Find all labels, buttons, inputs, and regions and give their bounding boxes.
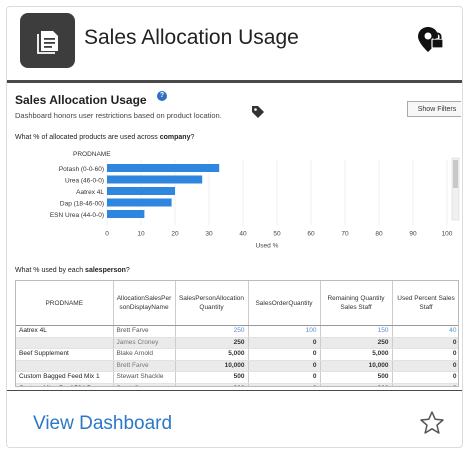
category-label: Dap (18-46-00) — [60, 201, 104, 208]
preview-subtitle: Dashboard honors user restrictions based… — [15, 111, 222, 120]
company-question: What % of allocated products are used ac… — [15, 134, 195, 141]
view-dashboard-link[interactable]: View Dashboard — [33, 413, 172, 435]
table-row[interactable]: James Croney 250 0 250 0 — [16, 337, 458, 349]
x-tick-label: 30 — [205, 231, 213, 238]
tag-icon — [251, 105, 265, 119]
order-quantity-cell: 0 — [248, 348, 321, 361]
salesperson-cell: Frank Barnes — [113, 383, 176, 386]
order-quantity-cell: 0 — [248, 383, 321, 386]
allocation-cell: 250 — [175, 325, 249, 338]
x-tick-label: 80 — [375, 231, 383, 238]
used-percent-cell: 0 — [392, 360, 458, 372]
x-tick-label: 20 — [171, 231, 179, 238]
x-tick-label: 60 — [307, 231, 315, 238]
salesperson-question: What % used by each salesperson? — [15, 267, 130, 274]
category-label: Potash (0-0-60) — [59, 166, 104, 173]
column-header[interactable]: PRODNAME — [16, 281, 114, 326]
remaining-cell: 150 — [320, 325, 393, 338]
order-quantity-cell: 0 — [248, 337, 321, 349]
used-percent-cell: 0 — [392, 337, 458, 349]
bar — [107, 198, 172, 207]
remaining-cell: 5,000 — [320, 348, 393, 361]
order-quantity-cell: 100 — [248, 325, 321, 338]
allocation-cell: 800 — [175, 383, 249, 386]
order-quantity-cell: 0 — [248, 360, 321, 372]
x-tick-label: 70 — [341, 231, 349, 238]
x-tick-label: 40 — [239, 231, 247, 238]
order-quantity-cell: 0 — [248, 371, 321, 384]
product-cell: Aatrex 4L — [16, 325, 114, 338]
column-header[interactable]: AllocationSalesPersonDisplayName — [113, 281, 176, 326]
column-header[interactable]: SalesPersonAllocationQuantity — [175, 281, 249, 326]
category-label: ESN Urea (44-0-0) — [50, 212, 104, 219]
used-percent-bar-chart: PRODNAME Potash (0-0-60) Urea (46-0-0) Aatr… — [50, 151, 460, 250]
dashboard-card[interactable]: Sales Allocation Usage Sales Allocation … — [6, 6, 463, 448]
salesperson-cell: Stewart Shackle — [113, 371, 176, 384]
allocation-cell: 10,000 — [175, 360, 249, 372]
product-cell: Beef Supplement — [16, 348, 114, 361]
help-icon[interactable]: ? — [157, 91, 167, 101]
preview-title: Sales Allocation Usage — [15, 93, 147, 107]
footer-divider — [7, 390, 462, 391]
salesperson-cell: James Croney — [113, 337, 176, 349]
product-cell — [16, 337, 114, 349]
card-header: Sales Allocation Usage — [7, 7, 462, 79]
y-axis-label: PRODNAME — [73, 151, 111, 158]
allocation-cell: 5,000 — [175, 348, 249, 361]
salesperson-cell: Brett Farve — [113, 360, 176, 372]
salesperson-cell: Brett Farve — [113, 325, 176, 338]
allocation-cell: 250 — [175, 337, 249, 349]
remaining-cell: 500 — [320, 371, 393, 384]
bar — [107, 187, 175, 195]
product-cell: Custom Mix - Beef 50# Bag — [16, 383, 114, 386]
x-tick-label: 50 — [273, 231, 281, 238]
category-label: Aatrex 4L — [76, 189, 104, 196]
table-row[interactable]: Custom Mix - Beef 50# BagFrank Barnes800… — [16, 383, 458, 386]
remaining-cell: 250 — [320, 337, 393, 349]
table-row[interactable]: Brett Farve 10,000 0 10,000 0 — [16, 360, 458, 372]
used-percent-cell: 0 — [392, 371, 458, 384]
x-tick-label: 0 — [105, 231, 109, 238]
dashboard-preview[interactable]: Sales Allocation Usage ? Dashboard honor… — [11, 89, 461, 387]
header-divider — [7, 80, 462, 83]
remaining-cell: 10,000 — [320, 360, 393, 372]
star-icon[interactable] — [419, 410, 445, 436]
table-row[interactable]: Beef Supplement Blake Arnold 5,000 0 5,000 0 — [16, 348, 458, 361]
lock-pin-icon — [417, 25, 445, 55]
column-header[interactable]: Used Percent Sales Staff — [392, 281, 458, 326]
category-label: Urea (46-0-0) — [65, 178, 104, 185]
chart-scrollbar-thumb — [453, 160, 458, 188]
salesperson-table[interactable]: PRODNAME AllocationSalesPersonDisplayNam… — [15, 280, 459, 387]
product-cell — [16, 360, 114, 372]
show-filters-button[interactable]: Show Filters — [407, 101, 461, 117]
card-title: Sales Allocation Usage — [84, 26, 299, 49]
x-axis-label: Used % — [256, 243, 279, 250]
column-header[interactable]: Remaining Quantity Sales Staff — [320, 281, 393, 326]
used-percent-cell: 0 — [392, 348, 458, 361]
remaining-cell: 800 — [320, 383, 393, 386]
x-tick-label: 90 — [409, 231, 417, 238]
table-row[interactable]: Custom Bagged Feed Mix 1 Stewart Shackle 5… — [16, 371, 458, 384]
bar — [107, 164, 220, 172]
allocation-cell: 500 — [175, 371, 249, 384]
document-icon — [20, 13, 75, 68]
table-row[interactable]: Aatrex 4L Brett Farve 250 100 150 40 — [16, 325, 458, 338]
used-percent-cell: 40 — [392, 325, 458, 338]
x-tick-label: 100 — [442, 231, 453, 238]
product-cell: Custom Bagged Feed Mix 1 — [16, 371, 114, 384]
table-header-row: PRODNAME AllocationSalesPersonDisplayNam… — [16, 281, 458, 326]
bar — [107, 210, 145, 218]
salesperson-cell: Blake Arnold — [113, 348, 176, 361]
used-percent-cell: 0 — [392, 383, 458, 386]
bar — [107, 175, 203, 184]
x-tick-label: 10 — [137, 231, 145, 238]
column-header[interactable]: SalesOrderQuantity — [248, 281, 321, 326]
